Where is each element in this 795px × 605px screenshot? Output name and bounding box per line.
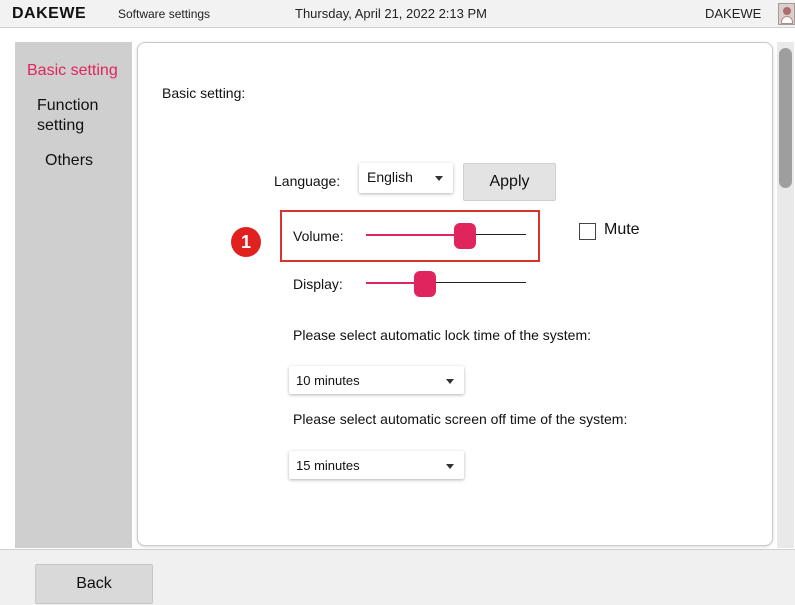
vertical-scrollbar[interactable] [777, 42, 794, 548]
language-select[interactable]: English [359, 163, 453, 193]
screen-off-value: 15 minutes [296, 458, 360, 473]
lock-time-question: Please select automatic lock time of the… [293, 327, 592, 343]
volume-slider-thumb[interactable] [454, 223, 476, 249]
display-slider-thumb[interactable] [414, 271, 436, 297]
display-track-empty [425, 282, 526, 283]
scrollbar-thumb[interactable] [779, 48, 792, 188]
app-logo: DAKEWE [12, 5, 87, 22]
step-number-badge: 1 [231, 227, 261, 257]
user-avatar-icon[interactable] [778, 3, 795, 25]
display-slider[interactable] [366, 271, 526, 297]
datetime-label: Thursday, April 21, 2022 2:13 PM [295, 6, 487, 21]
screen-off-question: Please select automatic screen off time … [293, 411, 628, 427]
volume-track-filled [366, 234, 465, 236]
display-label: Display: [293, 276, 343, 292]
screen-off-select[interactable]: 15 minutes [289, 451, 464, 479]
sidebar-item-basic-setting[interactable]: Basic setting [27, 62, 118, 80]
mute-checkbox[interactable] [579, 223, 596, 240]
bottom-bar: Back [0, 549, 795, 605]
settings-panel: Basic setting: Language: English Apply 1… [137, 42, 773, 546]
sidebar-item-function-setting[interactable]: Function setting [37, 96, 127, 136]
sidebar-item-others[interactable]: Others [45, 152, 93, 170]
sidebar: Basic setting Function setting Others [15, 42, 132, 548]
avatar-body [781, 16, 793, 24]
window-title: Software settings [118, 7, 211, 21]
section-heading: Basic setting: [162, 85, 246, 101]
avatar-head [783, 7, 791, 15]
volume-label: Volume: [293, 228, 344, 244]
lock-time-select[interactable]: 10 minutes [289, 366, 464, 394]
mute-label[interactable]: Mute [604, 221, 640, 239]
chevron-down-icon [446, 379, 454, 384]
top-bar: DAKEWE Software settings Thursday, April… [0, 0, 795, 28]
language-label: Language: [274, 173, 341, 189]
chevron-down-icon [435, 176, 443, 181]
back-button[interactable]: Back [35, 564, 153, 604]
apply-button[interactable]: Apply [463, 163, 556, 201]
volume-slider[interactable] [366, 223, 526, 249]
username-label: DAKEWE [705, 6, 762, 21]
chevron-down-icon [446, 464, 454, 469]
lock-time-value: 10 minutes [296, 373, 360, 388]
language-value: English [367, 169, 413, 185]
